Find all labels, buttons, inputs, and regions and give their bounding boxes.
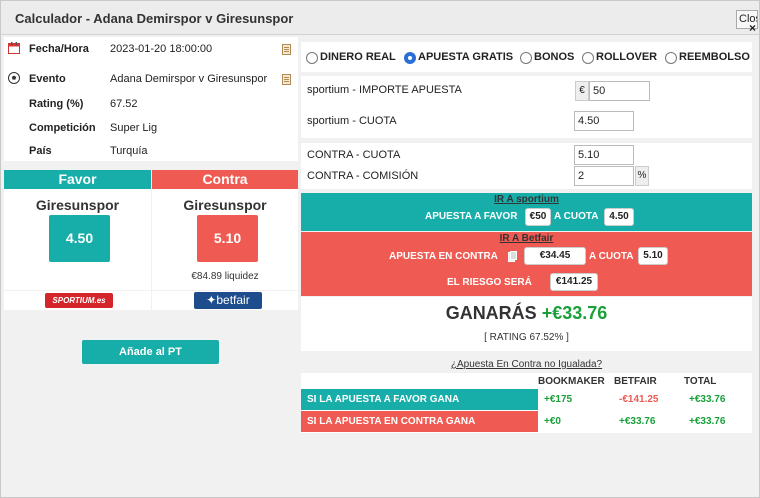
info-value: Turquía	[110, 145, 148, 157]
stake-label: sportium - IMPORTE APUESTA	[307, 84, 462, 96]
exchange-inputs-panel: CONTRA - CUOTA CONTRA - COMISIÓN %	[301, 143, 752, 189]
info-value: Super Lig	[110, 122, 158, 134]
back-stake-pill: €50	[525, 208, 551, 226]
cell-total: +€33.76	[689, 416, 726, 427]
cell-bookmaker: +€175	[544, 394, 573, 405]
favor-odds-box[interactable]: 4.50	[49, 215, 110, 262]
titlebar: Calculador - Adana Demirspor v Giresunsp…	[1, 1, 759, 35]
cell-bookmaker: +€0	[544, 416, 561, 427]
betfair-logo-text: betfair	[216, 293, 250, 307]
liquidity-text: €84.89 liquidez	[191, 271, 259, 282]
unmatched-lay-link[interactable]: ¿Apuesta En Contra no Igualada?	[301, 359, 752, 370]
percent-suffix: %	[635, 166, 649, 186]
football-icon	[8, 72, 20, 84]
info-label: Fecha/Hora	[29, 43, 89, 55]
odds-label: sportium - CUOTA	[307, 115, 397, 127]
profit-label: GANARÁS	[445, 303, 537, 323]
info-label: País	[29, 145, 52, 157]
rating-text: [ RATING 67.52% ]	[484, 332, 569, 343]
info-label: Competición	[29, 122, 96, 134]
radio-label: BONOS	[534, 51, 575, 63]
radio-label: REEMBOLSO	[679, 51, 750, 63]
radio-circle[interactable]	[306, 52, 318, 64]
document-icon[interactable]	[282, 74, 291, 85]
commission-label: CONTRA - COMISIÓN	[307, 170, 419, 182]
cell-betfair: -€141.25	[619, 394, 659, 405]
radio-label: ROLLOVER	[596, 51, 658, 63]
radio-label: APUESTA GRATIS	[418, 51, 514, 63]
ir-sportium-link[interactable]: IR A sportium	[301, 194, 752, 205]
info-row-event: Evento Adana Demirspor v Giresunspor	[4, 69, 298, 89]
radio-circle[interactable]	[582, 52, 594, 64]
add-to-pt-button[interactable]: Añade al PT	[82, 340, 219, 364]
lay-stake-value: €34.45	[539, 250, 571, 261]
favor-team-name: Giresunspor	[35, 197, 120, 213]
lay-odds-pill: 5.10	[638, 247, 668, 265]
row-label-lay-wins: SI LA APUESTA EN CONTRA GANA	[301, 411, 538, 432]
cell-betfair: +€33.76	[619, 416, 656, 427]
ir-betfair-band: IR A Betfair APUESTA EN CONTRA €34.45 A …	[301, 232, 752, 296]
info-row-date: Fecha/Hora 2023-01-20 18:00:00	[4, 39, 298, 59]
close-icon[interactable]: ×	[749, 21, 756, 35]
outcome-table: BOOKMAKER BETFAIR TOTAL SI LA APUESTA A …	[301, 373, 752, 433]
back-odds-text: A CUOTA	[554, 211, 599, 222]
col-header-total: TOTAL	[684, 376, 717, 387]
lay-odds-input[interactable]	[574, 145, 634, 165]
info-row-competition: Competición Super Lig	[4, 118, 298, 138]
info-label: Rating (%)	[29, 98, 84, 110]
radio-circle-selected[interactable]	[404, 52, 416, 64]
info-value: Adana Demirspor v Giresunspor	[110, 73, 268, 85]
lay-odds-label: CONTRA - CUOTA	[307, 149, 401, 161]
betfair-star-icon: ✦	[206, 293, 217, 307]
commission-input[interactable]	[574, 166, 634, 186]
profit-heading: GANARÁS +€33.76	[301, 303, 752, 324]
contra-odds-box[interactable]: 5.10	[197, 215, 258, 262]
document-icon[interactable]	[282, 44, 291, 55]
event-info-panel: Fecha/Hora 2023-01-20 18:00:00 Evento Ad…	[4, 37, 298, 161]
col-header-betfair: BETFAIR	[614, 376, 657, 387]
info-label: Evento	[29, 73, 66, 85]
ir-betfair-link[interactable]: IR A Betfair	[301, 233, 752, 244]
back-bet-text: APUESTA A FAVOR	[425, 211, 518, 222]
contra-header: Contra	[152, 170, 298, 189]
cell-total: +€33.76	[689, 394, 726, 405]
radio-circle[interactable]	[520, 52, 532, 64]
risk-pill: €141.25	[550, 273, 598, 291]
sportium-logo[interactable]: SPORTIUM.es	[45, 293, 113, 308]
favor-column: Giresunspor 4.50	[4, 189, 151, 290]
info-value: 2023-01-20 18:00:00	[110, 43, 213, 55]
stake-input[interactable]	[589, 81, 650, 101]
lay-bet-text: APUESTA EN CONTRA	[389, 251, 498, 262]
betfair-logo[interactable]: ✦betfair	[194, 292, 262, 309]
info-value: 67.52	[110, 98, 138, 110]
calendar-icon	[8, 42, 20, 54]
window-title: Calculador - Adana Demirspor v Giresunsp…	[15, 11, 294, 26]
back-odds-pill: 4.50	[604, 208, 634, 226]
bookmaker-inputs-panel: sportium - IMPORTE APUESTA € sportium - …	[301, 76, 752, 138]
favor-header: Favor	[4, 170, 151, 189]
result-panel: GANARÁS +€33.76 [ RATING 67.52% ]	[301, 297, 752, 351]
col-header-bookmaker: BOOKMAKER	[538, 376, 605, 387]
radio-circle[interactable]	[665, 52, 677, 64]
contra-column: Giresunspor 5.10 €84.89 liquidez	[152, 189, 298, 290]
info-row-country: País Turquía	[4, 141, 298, 161]
risk-text: EL RIESGO SERÁ	[447, 277, 532, 288]
odds-input[interactable]	[574, 111, 634, 131]
row-label-back-wins: SI LA APUESTA A FAVOR GANA	[301, 389, 538, 410]
radio-label: DINERO REAL	[320, 51, 396, 63]
calculator-window: Calculador - Adana Demirspor v Giresunsp…	[0, 0, 760, 498]
ir-sportium-band: IR A sportium APUESTA A FAVOR €50 A CUOT…	[301, 193, 752, 231]
lay-stake-pill[interactable]: €34.45	[524, 247, 586, 265]
lay-odds-text: A CUOTA	[589, 251, 634, 262]
contra-team-name: Giresunspor	[183, 197, 267, 213]
bet-type-radio-group: DINERO REAL APUESTA GRATIS BONOS ROLLOVE…	[301, 42, 752, 72]
profit-amount: +€33.76	[541, 303, 608, 323]
copy-icon[interactable]	[508, 251, 517, 262]
info-row-rating: Rating (%) 67.52	[4, 94, 298, 114]
euro-prefix: €	[575, 81, 589, 101]
